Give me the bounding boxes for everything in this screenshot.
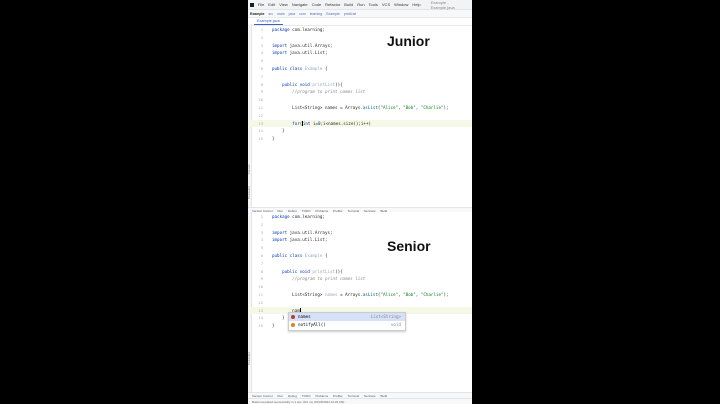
ide-window-senior: 1 package com.learning; 2 3 import java.ut…	[248, 212, 472, 404]
breadcrumb-method[interactable]: printList	[344, 12, 356, 16]
code-line: 4 import java.util.List;	[260, 237, 328, 243]
tool-build[interactable]: Build	[381, 394, 388, 398]
bookmarks-tool-label[interactable]: Bookmarks	[248, 352, 251, 365]
code-line: 9 //program to print names list	[260, 276, 366, 282]
menu-run[interactable]: Run	[357, 2, 364, 7]
code-line: 2	[260, 221, 263, 227]
code-line: 3 import java.util.Arrays;	[260, 42, 333, 48]
caption-senior: Senior	[387, 238, 431, 254]
tool-debug[interactable]: Debug	[288, 394, 297, 398]
completion-item-notifyall[interactable]: notifyAll() void	[289, 321, 405, 329]
menu-tools[interactable]: Tools	[369, 2, 378, 7]
status-text: Build completed successfully in 1 sec, 8…	[252, 400, 345, 404]
status-bar: Build completed successfully in 1 sec, 8…	[248, 398, 472, 404]
window-title: Example - Example.java	[430, 0, 455, 10]
menu-bar: File Edit View Navigate Code Refactor Bu…	[248, 0, 472, 10]
caption-junior: Junior	[387, 33, 430, 49]
breadcrumb-class[interactable]: Example	[326, 12, 340, 16]
tool-problems[interactable]: Problems	[316, 394, 329, 398]
code-line: 10	[258, 97, 263, 103]
code-line: 9 //program to print names list	[260, 89, 366, 95]
variable-icon	[291, 315, 295, 319]
menu-view[interactable]: View	[279, 2, 288, 7]
code-line: 14 }	[258, 128, 285, 134]
tool-services[interactable]: Services	[364, 394, 376, 398]
code-line: 11 List<String> names = Arrays.asList("A…	[258, 105, 449, 110]
menu-refactor[interactable]: Refactor	[325, 2, 340, 7]
ide-window-junior: File Edit View Navigate Code Refactor Bu…	[248, 0, 472, 213]
breadcrumb: Example src main java com learning Examp…	[248, 10, 472, 18]
code-editor[interactable]: 1 package com.learning; 2 3 import java.ut…	[248, 24, 472, 207]
tool-version-control[interactable]: Version Control	[252, 394, 273, 398]
menu-code[interactable]: Code	[312, 2, 322, 7]
tool-run[interactable]: Run	[278, 394, 284, 398]
menu-build[interactable]: Build	[344, 2, 353, 7]
code-line: 7	[260, 73, 263, 79]
menu-help[interactable]: Help	[412, 2, 420, 7]
code-editor[interactable]: 1 package com.learning; 2 3 import java.ut…	[248, 212, 472, 392]
menu-file[interactable]: File	[258, 2, 264, 7]
code-line: 6 public class Example {	[260, 253, 328, 258]
breadcrumb-main[interactable]: main	[277, 12, 285, 16]
code-line: 4 import java.util.List;	[260, 50, 328, 56]
method-icon	[291, 323, 295, 327]
ide-logo-icon	[250, 2, 254, 7]
code-line: 1 package com.learning;	[260, 214, 325, 219]
code-line: 5	[260, 58, 263, 64]
code-line: 11 List<String> names = Arrays.asList("A…	[258, 292, 449, 297]
menu-vcs[interactable]: VCS	[382, 2, 390, 7]
tool-profiler[interactable]: Profiler	[333, 394, 343, 398]
bookmarks-tool-label[interactable]: Bookmarks	[248, 186, 251, 199]
video-frame: File Edit View Navigate Code Refactor Bu…	[248, 0, 472, 404]
breadcrumb-learning[interactable]: learning	[310, 12, 322, 16]
code-line: 10	[258, 284, 263, 290]
code-line: 15}	[258, 136, 275, 142]
code-line: 2	[260, 34, 263, 40]
tool-todo[interactable]: TODO	[302, 394, 311, 398]
code-line: 12	[258, 299, 263, 305]
code-line: 6 public class Example {	[260, 66, 328, 71]
menu-window[interactable]: Window	[394, 2, 408, 7]
breadcrumb-java[interactable]: java	[289, 12, 295, 16]
code-line: 12	[258, 112, 263, 118]
breadcrumb-src[interactable]: src	[268, 12, 273, 16]
code-line: 8 public void printList(){	[260, 81, 343, 87]
code-line-current[interactable]: 13 for(int i=0;i<names.size();i++)	[248, 119, 472, 128]
tool-terminal[interactable]: Terminal	[348, 394, 359, 398]
code-line: 3 import java.util.Arrays;	[260, 229, 333, 235]
code-line: 1 package com.learning;	[260, 27, 325, 32]
code-line: 8 public void printList(){	[260, 268, 343, 274]
menu-edit[interactable]: Edit	[268, 2, 275, 7]
code-line: 5	[260, 245, 263, 251]
breadcrumb-project[interactable]: Example	[250, 12, 264, 16]
breadcrumb-com[interactable]: com	[299, 12, 306, 16]
code-completion-popup: names List<String> notifyAll() void	[288, 312, 406, 331]
structure-tool-label[interactable]: Structure	[248, 164, 251, 175]
code-line: 7	[260, 260, 263, 266]
completion-item-names[interactable]: names List<String>	[289, 313, 405, 321]
menu-navigate[interactable]: Navigate	[292, 2, 308, 7]
